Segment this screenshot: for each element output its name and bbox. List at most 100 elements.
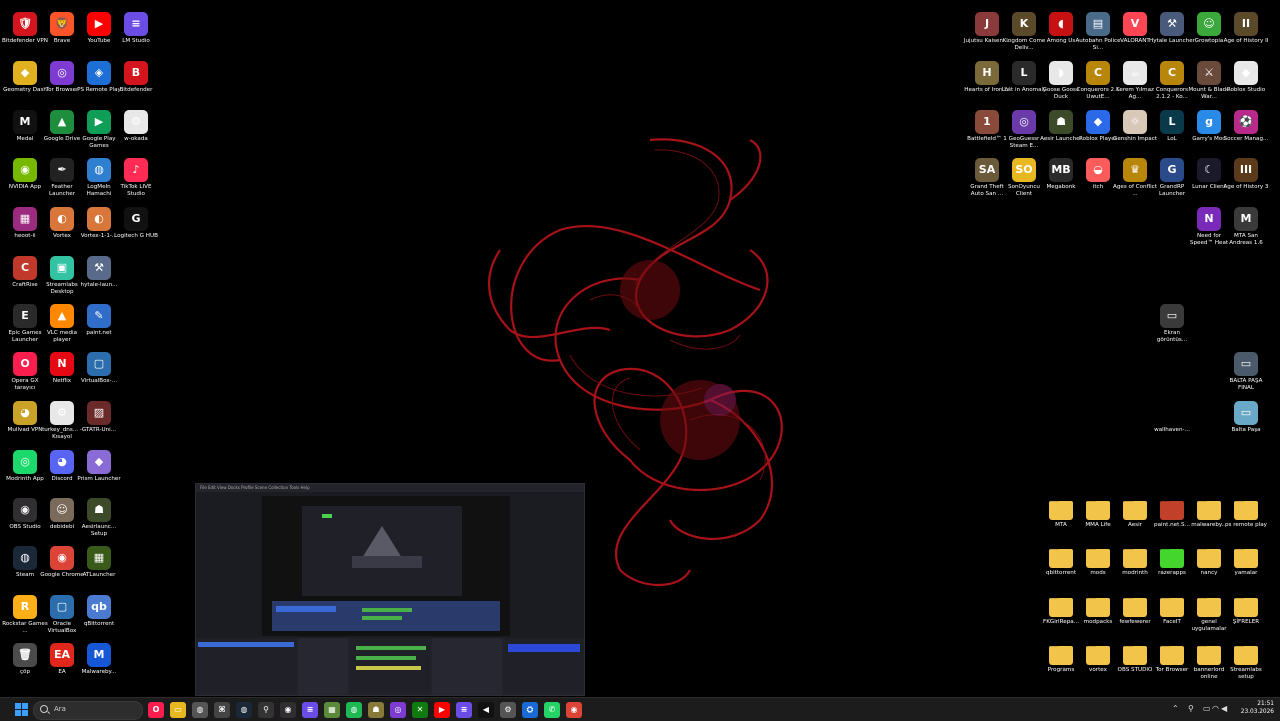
- desktop-shortcut[interactable]: ♪ TikTok LIVE Studio: [116, 158, 156, 208]
- desktop-shortcut[interactable]: M Malwareby...: [79, 643, 119, 693]
- wifi-icon[interactable]: ◠: [1212, 704, 1219, 713]
- desktop-shortcut[interactable]: ◎ Modrinth App: [5, 450, 45, 500]
- desktop-shortcut[interactable]: ◕ Mullvad VPN: [5, 401, 45, 451]
- windows-start-icon[interactable]: [15, 703, 28, 716]
- desktop-shortcut[interactable]: ✎ paint.net: [79, 304, 119, 354]
- obs-studio-window-preview[interactable]: File Edit View Docks Profile Scene Colle…: [195, 483, 585, 696]
- capcut-taskbar-icon[interactable]: ◀: [478, 702, 494, 718]
- desktop-shortcut[interactable]: III Age of History 3: [1223, 158, 1269, 208]
- desktop-shortcut[interactable]: L Lost in Anomaly: [1002, 61, 1046, 111]
- desktop-shortcut[interactable]: SA Grand Theft Auto San ...: [967, 158, 1007, 208]
- desktop-shortcut[interactable]: ⚙ turkey_dns... - Kısayol: [42, 401, 82, 451]
- app-taskbar-icon[interactable]: ◍: [192, 702, 208, 718]
- desktop-shortcut[interactable]: qb qBittorrent: [79, 595, 119, 645]
- desktop-shortcut[interactable]: ▲ Google Drive: [42, 110, 82, 160]
- desktop-shortcut[interactable]: ▤ Autobahn Police Si...: [1075, 12, 1121, 62]
- desktop-shortcut[interactable]: M MTA San Andreas 1.6: [1226, 207, 1266, 257]
- desktop-shortcut[interactable]: ◉ NVIDIA App: [5, 158, 45, 208]
- desktop-shortcut[interactable]: g Garry's Mod: [1189, 110, 1229, 160]
- desktop-shortcut[interactable]: C Conquerors 2.1 UwutE...: [1077, 61, 1119, 111]
- desktop-shortcut[interactable]: 1 Battlefield™ 1: [967, 110, 1007, 160]
- desktop-shortcut[interactable]: C CraftRise: [5, 256, 45, 306]
- desktop-shortcut[interactable]: C Conquerors 2.1.2 - Ko...: [1152, 61, 1192, 111]
- desktop-shortcut[interactable]: ≡ LM Studio: [116, 12, 156, 62]
- desktop-shortcut[interactable]: ▢ VirtualBox-...: [79, 352, 119, 402]
- desktop-shortcut[interactable]: ☕ Kerem Yılmaz Ag...: [1115, 61, 1155, 111]
- desktop-shortcut[interactable]: ◕ Discord: [42, 450, 82, 500]
- obs-taskbar-icon[interactable]: ◉: [280, 702, 296, 718]
- desktop-shortcut[interactable]: ⚽ Soccer Manag...: [1224, 110, 1268, 160]
- desktop-shortcut[interactable]: ◈ PS Remote Play: [77, 61, 121, 111]
- spotify-taskbar-icon[interactable]: ◍: [346, 702, 362, 718]
- desktop-shortcut[interactable]: ◐ Vortex: [42, 207, 82, 257]
- lm-studio-taskbar-icon[interactable]: ≡: [302, 702, 318, 718]
- obs-title-bar[interactable]: File Edit View Docks Profile Scene Colle…: [196, 484, 584, 492]
- desktop-shortcut[interactable]: ✒ Feather Launcher: [42, 158, 82, 208]
- xbox-taskbar-icon[interactable]: ✕: [412, 702, 428, 718]
- folder-streamlabs-setup[interactable]: Streamlabs setup: [1226, 643, 1266, 693]
- desktop-shortcut[interactable]: 🗑 çöp: [5, 643, 45, 693]
- desktop-shortcut[interactable]: ▢ Oracle VirtualBox: [42, 595, 82, 645]
- desktop-shortcut[interactable]: ☗ Aesir Launcher: [1040, 110, 1082, 160]
- desktop-shortcut[interactable]: ▭ BALTA PAŞA FINAL: [1226, 352, 1266, 402]
- widget-taskbar-icon[interactable]: ⌘: [214, 702, 230, 718]
- desktop-shortcut[interactable]: ◒ itch: [1078, 158, 1118, 208]
- desktop-shortcut[interactable]: K Kingdom Come Deliv...: [1003, 12, 1045, 62]
- desktop-shortcut[interactable]: ☾ Lunar Client: [1189, 158, 1229, 208]
- settings-taskbar-icon[interactable]: ⚙: [500, 702, 516, 718]
- desktop-shortcut[interactable]: R Rockstar Games ...: [2, 595, 48, 645]
- steam-taskbar-icon[interactable]: ◍: [236, 702, 252, 718]
- desktop-shortcut[interactable]: ◎ Tor Browser: [42, 61, 82, 111]
- desktop-shortcut[interactable]: ▦ heoot-ii: [5, 207, 45, 257]
- desktop-shortcut[interactable]: ▶ Google Play Games: [79, 110, 119, 160]
- youtube-taskbar-icon[interactable]: ▶: [434, 702, 450, 718]
- desktop-shortcut[interactable]: ⚔ Mount & Blade War...: [1188, 61, 1230, 111]
- desktop-shortcut[interactable]: ▭ Balta Paşa: [1226, 401, 1266, 451]
- desktop-shortcut[interactable]: wallhaven-...: [1152, 401, 1192, 451]
- desktop-shortcut[interactable]: V VALORANT: [1115, 12, 1155, 62]
- desktop-shortcut[interactable]: SO SonOyuncu Client: [1004, 158, 1044, 208]
- whatsapp-taskbar-icon[interactable]: ✆: [544, 702, 560, 718]
- tor-taskbar-icon[interactable]: ◎: [390, 702, 406, 718]
- volume-icon[interactable]: ◀: [1221, 704, 1227, 713]
- desktop-shortcut[interactable]: G GrandRP Launcher: [1152, 158, 1192, 208]
- desktop-shortcut[interactable]: EA EA: [42, 643, 82, 693]
- desktop-shortcut[interactable]: ▨ GTATR-Uni...: [79, 401, 119, 451]
- desktop-shortcut[interactable]: ◉ Google Chrome: [40, 546, 84, 596]
- folder-yamalar[interactable]: yamalar: [1226, 546, 1266, 596]
- desktop-shortcut[interactable]: ◍ Steam: [5, 546, 45, 596]
- desktop-shortcut[interactable]: ◆ Geometry Dash: [3, 61, 47, 111]
- desktop-shortcut[interactable]: ☺ Growtopia: [1189, 12, 1229, 62]
- desktop-shortcut[interactable]: ▦ ATLauncher: [79, 546, 119, 596]
- desktop-shortcut[interactable]: MB Megabonk: [1041, 158, 1081, 208]
- desktop-shortcut[interactable]: N Netflix: [42, 352, 82, 402]
- desktop-shortcut[interactable]: ▣ Streamlabs Desktop: [42, 256, 82, 306]
- network-taskbar-icon[interactable]: ⛭: [522, 702, 538, 718]
- desktop-shortcut[interactable]: 🛡 Bitdefender VPN: [2, 12, 48, 62]
- chevron-up-icon[interactable]: ⌃: [1172, 704, 1179, 713]
- location-icon[interactable]: ⚲: [1188, 704, 1194, 713]
- file-explorer-taskbar-icon[interactable]: ▭: [170, 702, 186, 718]
- folder-sifreler[interactable]: ŞİFRELER: [1226, 595, 1266, 645]
- desktop-shortcut[interactable]: II Age of History II: [1224, 12, 1268, 62]
- desktop-shortcut[interactable]: 🦁 Brave: [42, 12, 82, 62]
- desktop-shortcut[interactable]: ◆ Roblox Player: [1078, 110, 1118, 160]
- minecraft-taskbar-icon[interactable]: ▦: [324, 702, 340, 718]
- desktop-shortcut[interactable]: N Need for Speed™ Heat: [1189, 207, 1229, 257]
- desktop-shortcut[interactable]: ▭ Ekran görüntüs...: [1152, 304, 1192, 354]
- desktop-shortcut[interactable]: E Epic Games Launcher: [5, 304, 45, 354]
- desktop-shortcut[interactable]: ◉ OBS Studio: [5, 498, 45, 548]
- opera-gx-taskbar-icon[interactable]: O: [148, 702, 164, 718]
- desktop-shortcut[interactable]: ☺ debidebi: [42, 498, 82, 548]
- desktop-shortcut[interactable]: H Hearts of Iron IV: [964, 61, 1010, 111]
- desktop-shortcut[interactable]: ◎ GeoGuessr Steam E...: [1004, 110, 1044, 160]
- desktop-shortcut[interactable]: ▲ VLC media player: [42, 304, 82, 354]
- desktop-shortcut[interactable]: ☗ Aesirlaunc... Setup: [79, 498, 119, 548]
- desktop-shortcut[interactable]: ◖ Among Us: [1041, 12, 1081, 62]
- desktop-shortcut[interactable]: ☼ Genshin Impact: [1113, 110, 1157, 160]
- folder-ps-remote-play[interactable]: ps remote play: [1225, 498, 1267, 548]
- chrome-taskbar-icon[interactable]: ◉: [566, 702, 582, 718]
- desktop-shortcut[interactable]: ⚙ w-okada: [116, 110, 156, 160]
- desktop-shortcut[interactable]: ▶ YouTube: [79, 12, 119, 62]
- desktop-shortcut[interactable]: ◆ Roblox Studio: [1226, 61, 1266, 111]
